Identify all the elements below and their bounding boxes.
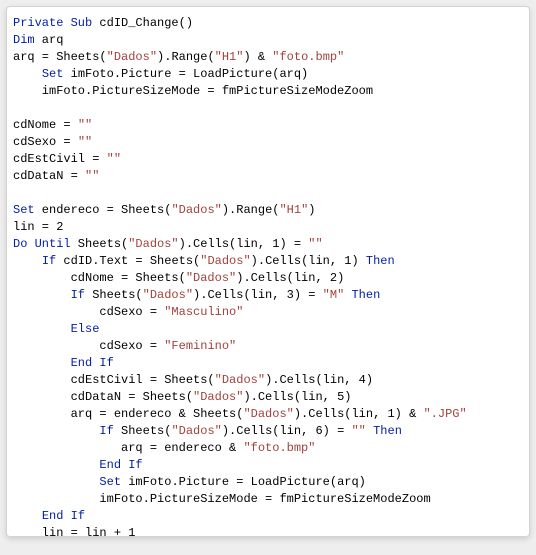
- code-line: If Sheets("Dados").Cells(lin, 3) = "M" T…: [13, 287, 523, 304]
- code-line: cdNome = Sheets("Dados").Cells(lin, 2): [13, 270, 523, 287]
- code-line: cdEstCivil = "": [13, 151, 523, 168]
- code-line: Set imFoto.Picture = LoadPicture(arq): [13, 474, 523, 491]
- code-line: Set endereco = Sheets("Dados").Range("H1…: [13, 202, 523, 219]
- code-line: If Sheets("Dados").Cells(lin, 6) = "" Th…: [13, 423, 523, 440]
- code-line: End If: [13, 508, 523, 525]
- code-line: Do Until Sheets("Dados").Cells(lin, 1) =…: [13, 236, 523, 253]
- code-line: cdSexo = "Masculino": [13, 304, 523, 321]
- code-line: imFoto.PictureSizeMode = fmPictureSizeMo…: [13, 491, 523, 508]
- code-line: arq = endereco & Sheets("Dados").Cells(l…: [13, 406, 523, 423]
- code-line: arq = Sheets("Dados").Range("H1") & "fot…: [13, 49, 523, 66]
- code-line: cdEstCivil = Sheets("Dados").Cells(lin, …: [13, 372, 523, 389]
- code-line: imFoto.PictureSizeMode = fmPictureSizeMo…: [13, 83, 523, 100]
- code-line: lin = lin + 1: [13, 525, 523, 537]
- code-line: cdNome = "": [13, 117, 523, 134]
- code-line: cdDataN = Sheets("Dados").Cells(lin, 5): [13, 389, 523, 406]
- code-line: cdSexo = "": [13, 134, 523, 151]
- code-line: cdSexo = "Feminino": [13, 338, 523, 355]
- code-line: If cdID.Text = Sheets("Dados").Cells(lin…: [13, 253, 523, 270]
- code-line: arq = endereco & "foto.bmp": [13, 440, 523, 457]
- code-line: Set imFoto.Picture = LoadPicture(arq): [13, 66, 523, 83]
- code-line: [13, 185, 523, 202]
- code-line: [13, 100, 523, 117]
- code-line: cdDataN = "": [13, 168, 523, 185]
- code-line: Private Sub cdID_Change(): [13, 15, 523, 32]
- code-line: End If: [13, 457, 523, 474]
- code-line: Dim arq: [13, 32, 523, 49]
- code-line: End If: [13, 355, 523, 372]
- code-line: Else: [13, 321, 523, 338]
- code-block: Private Sub cdID_Change()Dim arqarq = Sh…: [6, 6, 530, 537]
- code-line: lin = 2: [13, 219, 523, 236]
